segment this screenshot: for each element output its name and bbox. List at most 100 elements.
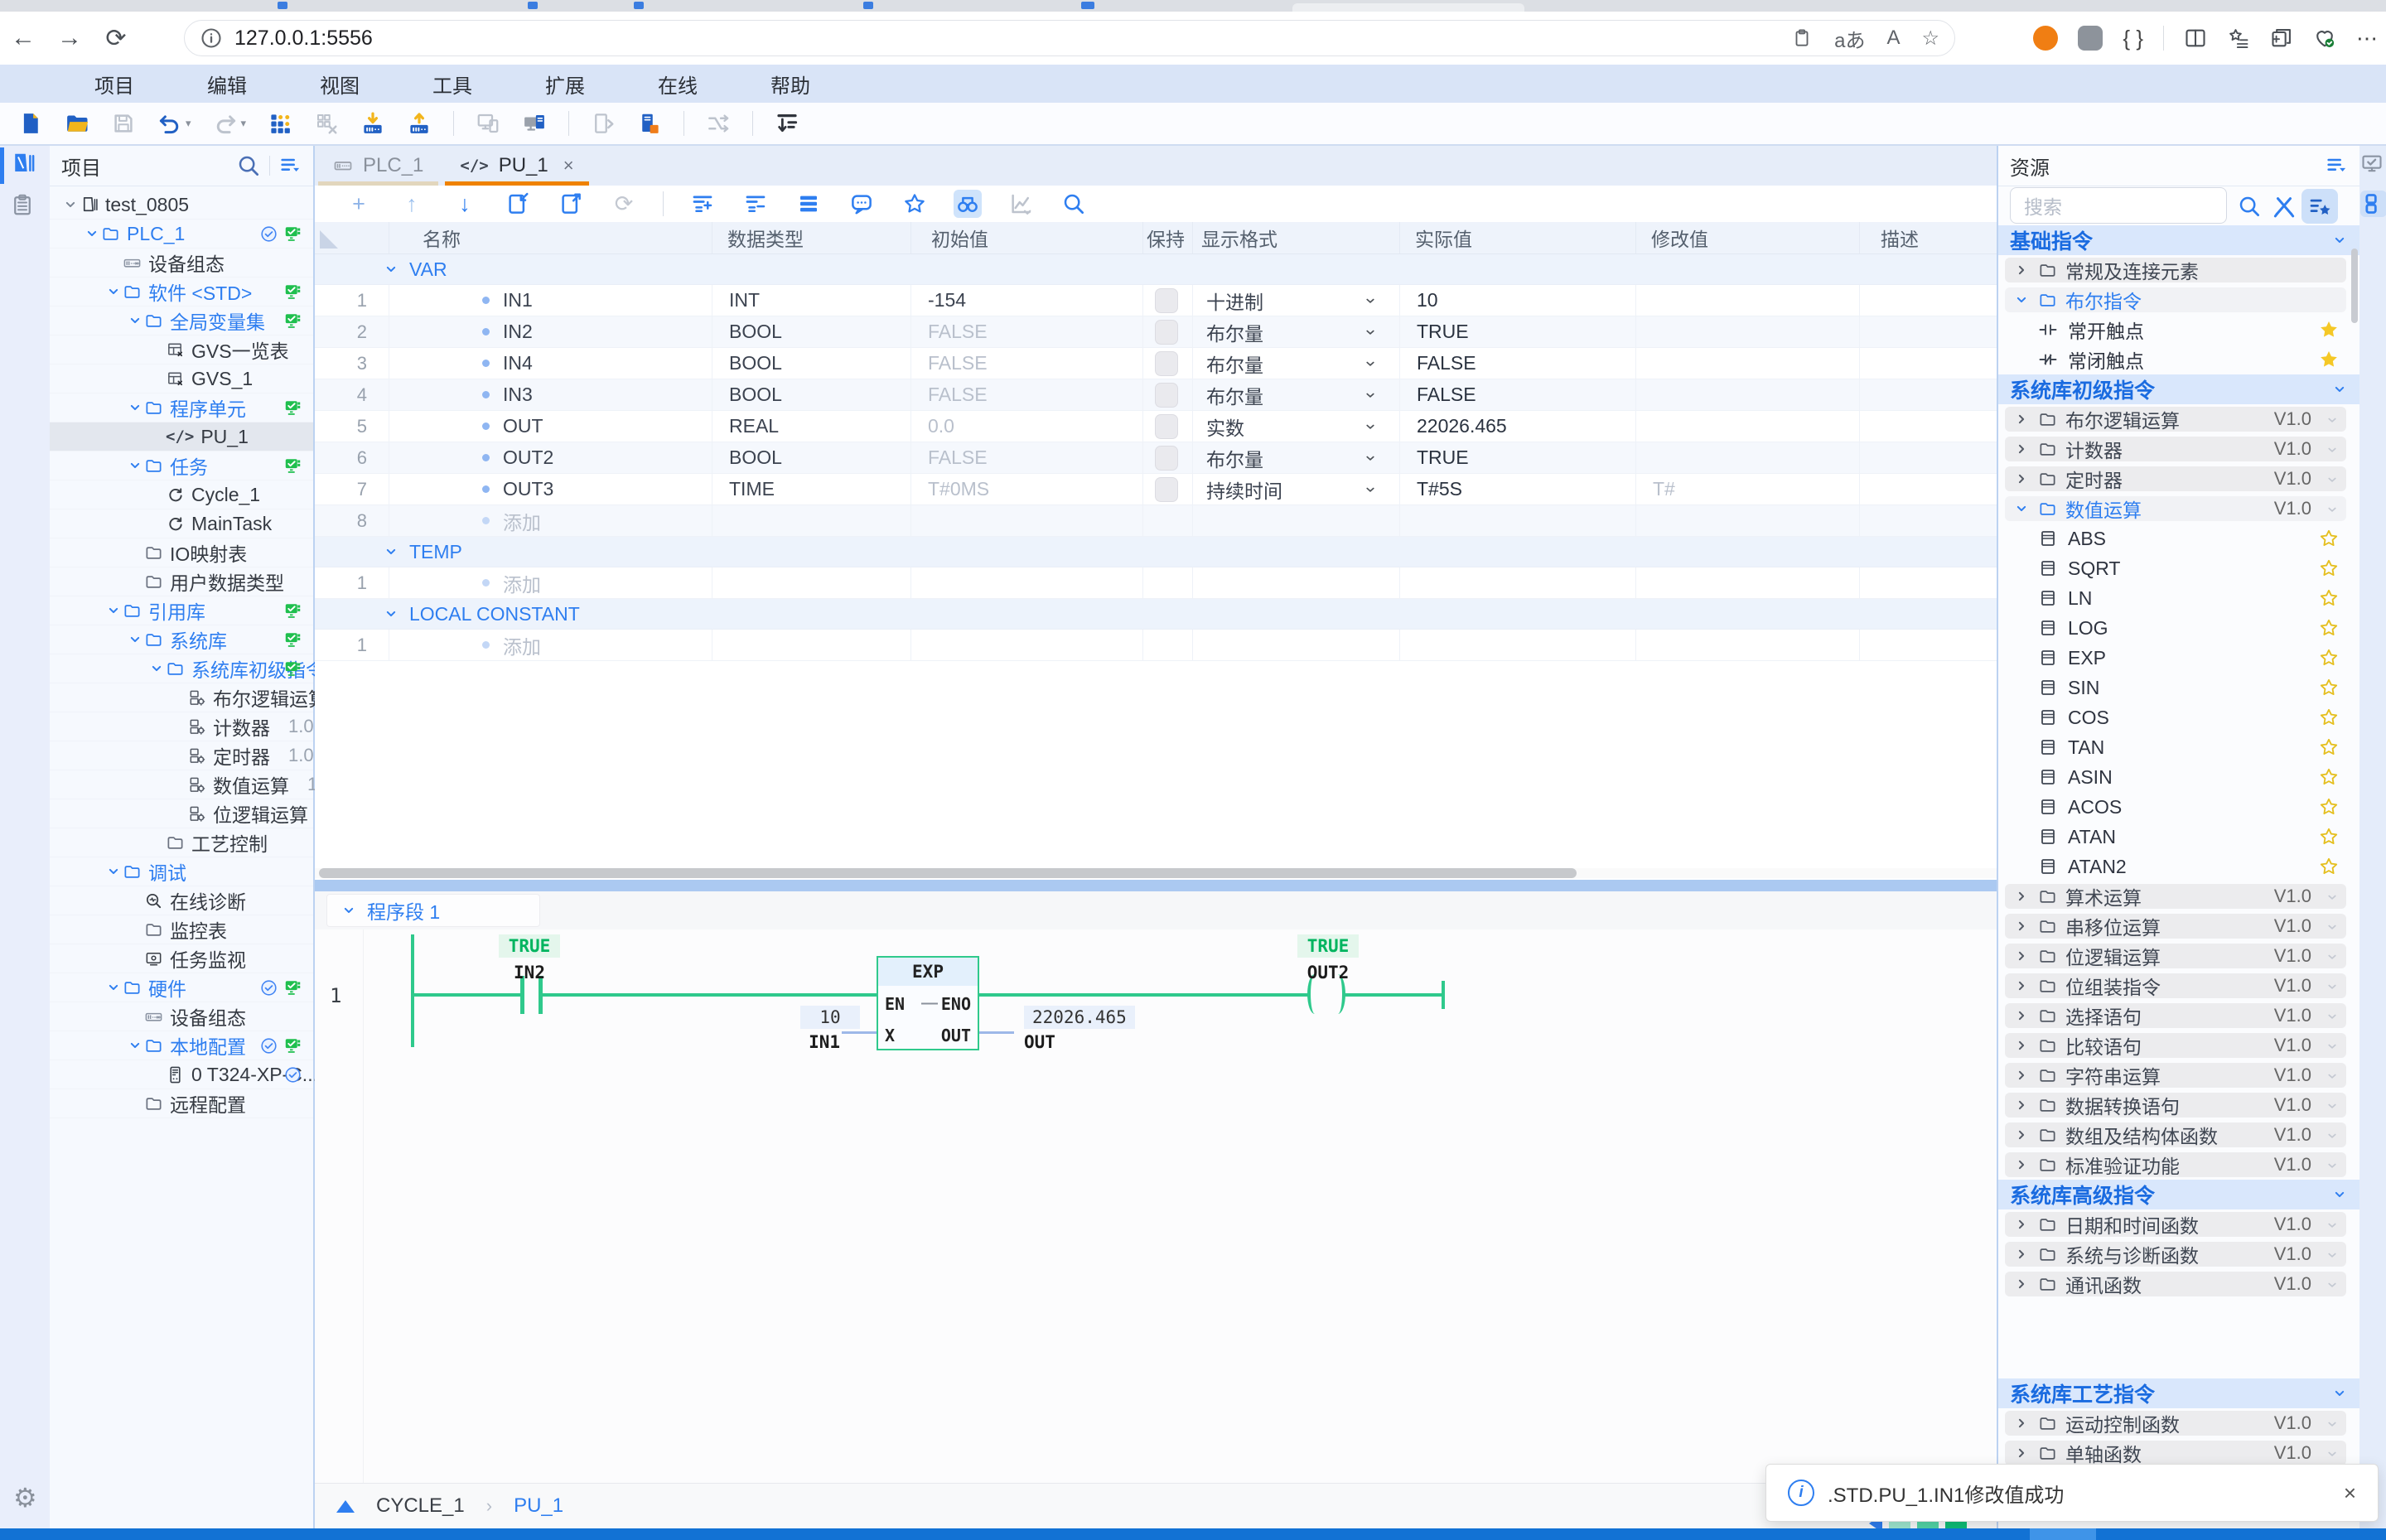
resource-item-数值运算[interactable]: 数值运算V1.0	[1998, 494, 2359, 524]
browser-more-icon[interactable]: ⋯	[2356, 26, 2378, 51]
column-header-5[interactable]: 实际值	[1400, 222, 1636, 253]
version-chevron-icon[interactable]	[2325, 1069, 2340, 1084]
data-type-cell[interactable]: TIME	[712, 474, 911, 504]
tree-item-引用库[interactable]: 引用库	[50, 596, 313, 625]
ladder-canvas[interactable]: 1 TRUE IN2 EXP EN — ENO X OUT	[315, 929, 1997, 1483]
initial-value-cell[interactable]: T#0MS	[911, 474, 1143, 504]
tree-item-PU_1[interactable]: </>PU_1	[50, 422, 313, 451]
retain-cell[interactable]	[1143, 442, 1193, 473]
insert-row-above-icon[interactable]	[688, 190, 717, 218]
description-cell[interactable]	[1860, 379, 1997, 410]
chevron-right-icon[interactable]	[2013, 1097, 2030, 1113]
tree-item-MainTask[interactable]: MainTask	[50, 509, 313, 538]
browser-forward-icon[interactable]: →	[46, 24, 93, 52]
modify-value-cell[interactable]	[1636, 442, 1860, 473]
rows-icon[interactable]	[795, 190, 823, 218]
tree-item-Cycle_1[interactable]: Cycle_1	[50, 480, 313, 509]
table-row[interactable]: 8添加	[315, 505, 1997, 537]
variable-name-cell[interactable]: IN3	[389, 379, 712, 410]
editor-tab-PU_1[interactable]: </>PU_1×	[442, 146, 592, 186]
group-row-LOCAL CONSTANT[interactable]: LOCAL CONSTANT	[315, 599, 1997, 630]
network-header[interactable]: 程序段 1	[315, 891, 1997, 930]
address-bar[interactable]: 127.0.0.1:5556 aあ A ☆	[184, 20, 1955, 56]
column-header-3[interactable]: 保持	[1143, 222, 1193, 253]
insert-row-below-icon[interactable]	[741, 190, 770, 218]
column-header-1[interactable]: 数据类型	[712, 222, 911, 253]
star-filled-icon[interactable]	[2318, 319, 2340, 340]
instruction-item[interactable]: EXP	[2038, 643, 2106, 673]
modify-value-cell[interactable]	[1636, 285, 1860, 316]
tab-favicon[interactable]	[1081, 2, 1094, 9]
panel-splitter[interactable]	[315, 880, 1997, 891]
resource-collapse-icon[interactable]	[2325, 154, 2348, 177]
retain-checkbox[interactable]	[1155, 320, 1178, 345]
resource-search-input[interactable]: 搜索	[2010, 187, 2227, 224]
star-outline-icon[interactable]	[2318, 766, 2340, 788]
chevron-down-icon[interactable]	[126, 457, 144, 474]
actual-value-cell[interactable]: 10	[1400, 285, 1636, 316]
description-cell[interactable]	[1860, 316, 1997, 347]
description-cell[interactable]	[1860, 348, 1997, 379]
column-header-6[interactable]: 修改值	[1636, 222, 1860, 253]
description-cell[interactable]	[1860, 411, 1997, 442]
chevron-right-icon[interactable]	[2013, 1246, 2030, 1262]
favorites-filter-button[interactable]	[2301, 189, 2338, 224]
table-row[interactable]: 7OUT3TIMET#0MS持续时间T#5ST#	[315, 474, 1997, 505]
move-down-icon[interactable]: ↓	[451, 190, 479, 218]
resource-item-ACOS[interactable]: ACOS	[1998, 792, 2359, 822]
version-chevron-icon[interactable]	[2325, 472, 2340, 487]
actual-value-cell[interactable]: T#5S	[1400, 474, 1636, 504]
data-type-cell[interactable]: INT	[712, 285, 911, 316]
version-chevron-icon[interactable]	[2325, 1277, 2340, 1292]
chevron-right-icon[interactable]	[2013, 1007, 2030, 1024]
tab-favicon[interactable]	[863, 2, 873, 9]
variable-name-cell[interactable]: OUT	[389, 411, 712, 442]
version-chevron-icon[interactable]	[2325, 502, 2340, 517]
chevron-right-icon[interactable]	[2013, 441, 2030, 457]
tree-item-0 T324-XP-C...[interactable]: 0 T324-XP-C...	[50, 1060, 313, 1089]
add-icon[interactable]: +	[345, 190, 373, 218]
tree-item-设备组态[interactable]: 设备组态	[50, 1002, 313, 1031]
breadcrumb-item-current[interactable]: PU_1	[514, 1494, 563, 1518]
dropdown-chevron-icon[interactable]	[1363, 325, 1378, 340]
resource-item-串移位运算[interactable]: 串移位运算V1.0	[1998, 911, 2359, 941]
actual-value-cell[interactable]: FALSE	[1400, 348, 1636, 379]
star-outline-icon[interactable]	[2318, 856, 2340, 877]
tree-item-工艺控制[interactable]: 工艺控制	[50, 828, 313, 857]
resource-item-常开触点[interactable]: 常开触点	[1998, 315, 2359, 345]
chevron-down-icon[interactable]	[104, 979, 123, 996]
resource-item-TAN[interactable]: TAN	[1998, 732, 2359, 762]
column-header-7[interactable]: 描述	[1860, 222, 1997, 253]
browser-tabstrip[interactable]	[0, 0, 2386, 12]
project-book-icon[interactable]	[10, 151, 35, 176]
tree-item-软件 <STD>[interactable]: 软件 <STD>	[50, 278, 313, 307]
output-operand-label[interactable]: OUT	[1024, 1032, 1055, 1052]
tree-item-任务[interactable]: 任务	[50, 451, 313, 480]
clipboard-panel-icon[interactable]	[10, 192, 35, 217]
sort-config-icon[interactable]	[775, 111, 799, 136]
resource-item-SQRT[interactable]: SQRT	[1998, 553, 2359, 583]
column-header-0[interactable]: 名称	[389, 222, 712, 253]
retain-cell[interactable]	[1143, 285, 1193, 316]
dropdown-chevron-icon[interactable]	[1363, 356, 1378, 371]
version-chevron-icon[interactable]	[2325, 413, 2340, 427]
chevron-down-icon[interactable]	[104, 602, 123, 619]
display-format-cell[interactable]: 布尔量	[1193, 379, 1400, 410]
chevron-down-icon[interactable]	[83, 225, 101, 242]
resource-item-布尔逻辑运算[interactable]: 布尔逻辑运算V1.0	[1998, 404, 2359, 434]
save-icon[interactable]	[111, 111, 136, 136]
comment-icon[interactable]	[848, 190, 876, 218]
chevron-right-icon[interactable]	[2013, 1276, 2030, 1292]
resource-item-系统与诊断函数[interactable]: 系统与诊断函数V1.0	[1998, 1239, 2359, 1269]
chevron-down-icon[interactable]	[341, 902, 357, 919]
version-chevron-icon[interactable]	[2325, 1158, 2340, 1173]
resource-item-EXP[interactable]: EXP	[1998, 643, 2359, 673]
instruction-item[interactable]: ACOS	[2038, 792, 2122, 822]
version-chevron-icon[interactable]	[2325, 1009, 2340, 1024]
search-icon[interactable]	[1060, 190, 1088, 218]
resource-item-标准验证功能[interactable]: 标准验证功能V1.0	[1998, 1150, 2359, 1180]
tree-item-GVS一览表[interactable]: GVS一览表	[50, 336, 313, 364]
open-folder-icon[interactable]	[65, 111, 89, 136]
tree-item-程序单元[interactable]: 程序单元	[50, 393, 313, 422]
tree-item-硬件[interactable]: 硬件	[50, 973, 313, 1002]
